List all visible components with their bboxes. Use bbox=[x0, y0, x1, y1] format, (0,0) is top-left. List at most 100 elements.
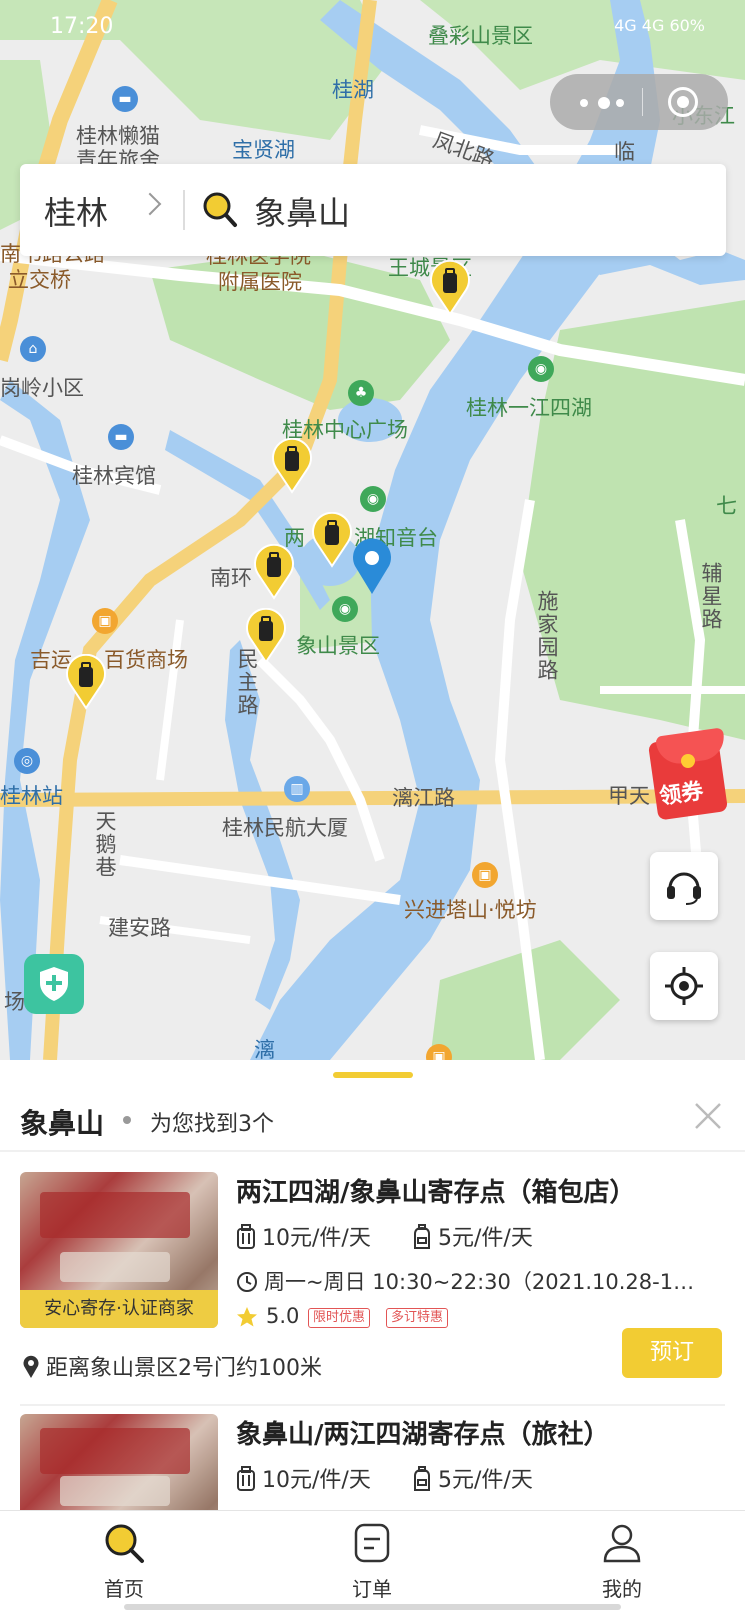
certified-ribbon: 安心寄存·认证商家 bbox=[20, 1290, 218, 1328]
promo-tag: 多订特惠 bbox=[386, 1308, 449, 1328]
map-label: 辅星路 bbox=[699, 562, 723, 631]
customer-service-button[interactable] bbox=[650, 852, 718, 920]
search-divider bbox=[183, 190, 185, 230]
opening-hours-text: 周一~周日 10:30~22:30（2021.10.28-12.31… bbox=[264, 1270, 706, 1294]
storage-pin-marker[interactable] bbox=[310, 512, 354, 568]
map-label: 立交桥 bbox=[8, 268, 71, 292]
price-backpack: 5元/件/天 bbox=[412, 1220, 533, 1252]
miniprogram-capsule bbox=[550, 74, 728, 130]
store-photo: 安心寄存·认证商家 bbox=[20, 1172, 218, 1328]
map-label: 桂林民航大厦 bbox=[222, 816, 348, 840]
search-icon bbox=[203, 192, 237, 227]
tab-home-label: 首页 bbox=[104, 1577, 144, 1601]
search-bar: 桂林 象鼻山 bbox=[20, 164, 726, 256]
capsule-divider bbox=[642, 88, 643, 116]
status-indicators: 4G 4G 60% bbox=[614, 16, 705, 35]
shopping-icon: ▣ bbox=[472, 862, 498, 888]
map-label: 象山景区 bbox=[296, 634, 380, 658]
location-icon bbox=[23, 1355, 39, 1378]
map-label: 桂林宾馆 bbox=[72, 464, 156, 488]
map-label: 施家园路 bbox=[535, 590, 559, 682]
map-label: 临 bbox=[614, 140, 635, 164]
profile-icon bbox=[603, 1524, 641, 1563]
map-label: 附属医院 bbox=[218, 270, 302, 294]
storage-pin-marker[interactable] bbox=[270, 438, 314, 494]
storage-pin-marker[interactable] bbox=[428, 260, 472, 316]
tab-orders[interactable]: 订单 bbox=[312, 1521, 432, 1607]
store-title: 象鼻山/两江四湖寄存点（旅社） bbox=[236, 1420, 610, 1450]
safety-shield-button[interactable] bbox=[24, 954, 84, 1014]
storage-pin-marker[interactable] bbox=[64, 654, 108, 710]
chevron-right-icon bbox=[138, 192, 162, 216]
store-title: 两江四湖/象鼻山寄存点（箱包店） bbox=[236, 1178, 636, 1208]
redpacket-seal bbox=[681, 754, 695, 768]
camera-icon: ◉ bbox=[528, 356, 554, 382]
suitcase-icon bbox=[237, 1466, 255, 1491]
results-count: 为您找到3个 bbox=[150, 1112, 274, 1137]
star-icon bbox=[237, 1307, 257, 1327]
close-miniprogram-icon[interactable] bbox=[668, 87, 698, 117]
map-label: 漓 bbox=[254, 1038, 275, 1061]
hotel-icon: ▬ bbox=[108, 424, 134, 450]
results-sheet: 象鼻山 为您找到3个 安心寄存·认证商家 两江四湖/象鼻山寄存点（箱包店） 10… bbox=[0, 1060, 745, 1510]
search-input[interactable]: 象鼻山 bbox=[254, 188, 350, 234]
status-bar: 17:20 4G 4G 60% bbox=[50, 14, 705, 44]
home-indicator bbox=[124, 1604, 621, 1610]
results-keyword: 象鼻山 bbox=[20, 1107, 105, 1140]
location-pin-icon bbox=[353, 538, 391, 594]
price-suitcase: 10元/件/天 bbox=[236, 1462, 371, 1494]
map-view[interactable]: 叠彩山景区 桂湖 桂林懒猫 青年旅舍 宝贤湖 凤北路 小东江 临 南书路公路 立… bbox=[0, 0, 745, 1060]
store-photo bbox=[20, 1414, 218, 1510]
price-backpack-value: 5元/件/天 bbox=[438, 1468, 533, 1493]
distance-text: 距离象山景区2号门约100米 bbox=[46, 1356, 322, 1381]
park-icon: ♣ bbox=[348, 380, 374, 406]
map-label: 兴进塔山·悦坊 bbox=[404, 898, 537, 922]
tab-home[interactable]: 首页 bbox=[64, 1521, 184, 1607]
sheet-drag-handle[interactable] bbox=[333, 1072, 413, 1078]
map-label: 南环 bbox=[210, 566, 252, 590]
map-label: 桂林懒猫 bbox=[76, 124, 160, 148]
tab-profile[interactable]: 我的 bbox=[562, 1521, 682, 1607]
close-icon[interactable] bbox=[690, 1098, 726, 1134]
price-backpack-value: 5元/件/天 bbox=[438, 1226, 533, 1251]
price-backpack: 5元/件/天 bbox=[412, 1462, 533, 1494]
storage-pin-marker[interactable] bbox=[244, 608, 288, 664]
coupon-redpacket-button[interactable]: 领券 bbox=[647, 727, 731, 821]
map-label: 天鹅巷 bbox=[93, 810, 117, 879]
coupon-label: 领券 bbox=[657, 779, 705, 810]
more-icon[interactable] bbox=[578, 90, 626, 114]
price-suitcase-value: 10元/件/天 bbox=[262, 1226, 371, 1251]
map-label: 七 bbox=[716, 494, 737, 518]
map-label: 桂林站 bbox=[0, 784, 63, 808]
camera-icon: ◉ bbox=[360, 486, 386, 512]
rating-score: 5.0 bbox=[266, 1304, 300, 1328]
status-time: 17:20 bbox=[50, 14, 114, 39]
map-label: 建安路 bbox=[108, 916, 171, 940]
card-divider bbox=[20, 1404, 725, 1406]
locate-me-button[interactable] bbox=[650, 952, 718, 1020]
train-icon: ◎ bbox=[14, 748, 40, 774]
clock-icon bbox=[237, 1272, 257, 1292]
camera-icon: ◉ bbox=[332, 596, 358, 622]
price-row: 10元/件/天 5元/件/天 bbox=[236, 1220, 736, 1252]
map-label: 宝贤湖 bbox=[232, 138, 295, 162]
map-label: 桂林一江四湖 bbox=[466, 396, 592, 420]
map-label: 岗岭小区 bbox=[0, 376, 84, 400]
headset-icon bbox=[667, 872, 701, 905]
order-icon bbox=[354, 1523, 390, 1563]
city-selector[interactable]: 桂林 bbox=[44, 188, 108, 234]
building-icon: ▥ bbox=[284, 776, 310, 802]
shopping-icon: ▣ bbox=[92, 608, 118, 634]
book-button[interactable]: 预订 bbox=[622, 1328, 722, 1378]
map-label: 桂湖 bbox=[332, 78, 374, 102]
shield-plus-icon bbox=[40, 967, 68, 1001]
backpack-icon bbox=[414, 1224, 430, 1249]
search-icon bbox=[105, 1524, 144, 1563]
tab-profile-label: 我的 bbox=[602, 1577, 642, 1601]
storage-pin-marker[interactable] bbox=[252, 544, 296, 600]
hotel-icon: ▬ bbox=[112, 86, 138, 112]
price-suitcase: 10元/件/天 bbox=[236, 1220, 371, 1252]
tab-orders-label: 订单 bbox=[352, 1577, 392, 1601]
map-label: 场 bbox=[4, 990, 25, 1014]
backpack-icon bbox=[414, 1466, 430, 1491]
